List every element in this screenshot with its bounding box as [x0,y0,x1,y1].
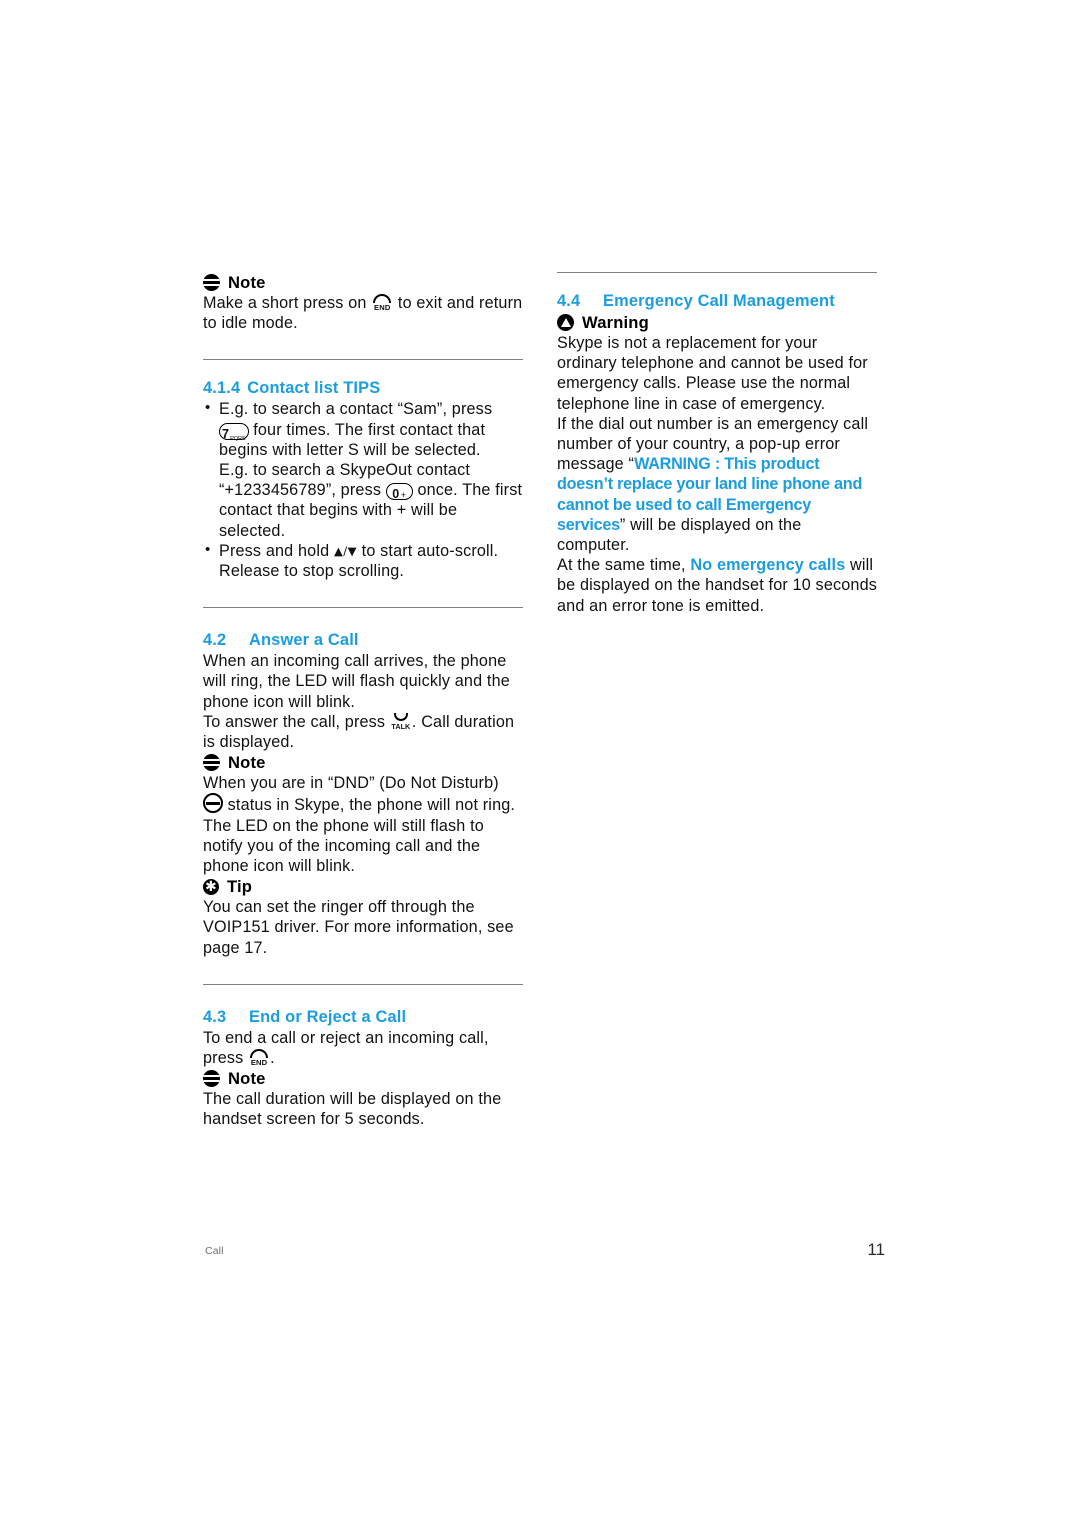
end-reject-after: . [270,1049,275,1068]
warning-paragraph-3: At the same time, No emergency calls wil… [557,555,877,616]
note-callout-heading: Note [203,752,523,773]
note-callout-text: The call duration will be displayed on t… [203,1090,502,1129]
note-label: Note [228,1069,266,1089]
handset-error-message: No emergency calls [690,556,846,575]
key-0-icon: 0 + [385,483,413,502]
heading-4-2-number: 4.2 [203,631,227,650]
heading-4-2-title: Answer a Call [249,631,359,650]
dnd-note-before: When you are in “DND” (Do Not Disturb) [203,774,499,793]
warning-icon [557,314,574,331]
warning-paragraph-2: If the dial out number is an emergency c… [557,414,877,555]
tip-icon: ✱ [203,878,219,895]
two-column-body: Note Make a short press on END to exit a… [203,272,877,1130]
key-7-icon: 7PQRS [219,422,249,442]
tip-bullet1-part1: E.g. to search a contact “Sam”, press [219,400,493,419]
note-icon [203,1070,220,1088]
dnd-note-after: status in Skype, the phone will not ring… [203,796,516,876]
list-item: E.g. to search a contact “Sam”, press 7P… [203,398,523,540]
end-key-label: END [373,303,391,312]
note-icon [203,754,220,772]
right-column: 4.4 Emergency Call Management Warning Sky… [557,272,877,1130]
heading-4-3-number: 4.3 [203,1007,227,1026]
heading-4-1-4-number: 4.1.4 [203,379,241,398]
heading-4-3: 4.3 End or Reject a Call [203,1007,523,1027]
warning-callout-heading: Warning [557,312,877,333]
tip-callout-heading: ✱ Tip [203,876,523,897]
key-7-digit: 7 [222,426,230,441]
up-down-arrows-icon: ▲/▼ [333,543,357,558]
warning-paragraph-1: Skype is not a replacement for your ordi… [557,334,868,413]
handset-msg-before: At the same time, [557,556,686,575]
left-column: Note Make a short press on END to exit a… [203,272,523,1130]
heading-4-3-title: End or Reject a Call [249,1007,407,1026]
section-4-3-paragraph: To end a call or reject an incoming call… [203,1028,523,1068]
heading-4-4: 4.4 Emergency Call Management [557,291,877,311]
talk-key-icon: TALK [390,712,412,731]
answer-text-before: To answer the call, press [203,712,386,731]
document-page: Note Make a short press on END to exit a… [0,0,1080,1528]
note-text-before: Make a short press on [203,294,367,312]
heading-4-4-title: Emergency Call Management [603,292,835,310]
key-0-digit: 0 [392,487,400,502]
end-key-icon: END [248,1049,270,1068]
note-callout-heading: Note [203,1068,523,1089]
dnd-icon [203,793,223,814]
tip-bullet2-part1: Press and hold [219,541,330,560]
note-icon [203,274,220,291]
note-callout-text: Make a short press on END to exit and re… [203,293,523,333]
section-4-2-paragraph-2: To answer the call, press TALK. Call dur… [203,712,523,752]
note-label: Note [228,753,266,773]
tip-bullet1-part2: four times. The first contact that begin… [219,420,486,459]
heading-4-2: 4.2 Answer a Call [203,630,523,650]
dnd-note-text: When you are in “DND” (Do Not Disturb) s… [203,773,523,876]
list-item: Press and hold ▲/▼ to start auto-scroll.… [203,540,523,581]
note-label: Note [228,273,266,292]
heading-4-4-number: 4.4 [557,292,581,310]
key-7-sublabel: PQRS [230,435,246,442]
note-callout-heading: Note [203,272,523,293]
heading-4-1-4: 4.1.4 Contact list TIPS [203,378,523,398]
end-key-icon: END [371,294,393,312]
end-key-label: END [250,1058,268,1068]
heading-4-1-4-title: Contact list TIPS [247,379,381,398]
tip-callout-text: You can set the ringer off through the V… [203,898,514,957]
key-0-sublabel: + [400,490,407,501]
tips-bullet-list: E.g. to search a contact “Sam”, press 7P… [203,398,523,581]
end-reject-before: To end a call or reject an incoming call… [203,1028,489,1068]
tip-label: Tip [227,877,253,897]
footer-chapter-label: Call [205,1245,224,1257]
section-4-2-paragraph-1: When an incoming call arrives, the phone… [203,652,510,711]
talk-key-label: TALK [391,721,411,731]
page-number: 11 [867,1240,885,1259]
warning-label: Warning [582,313,649,332]
